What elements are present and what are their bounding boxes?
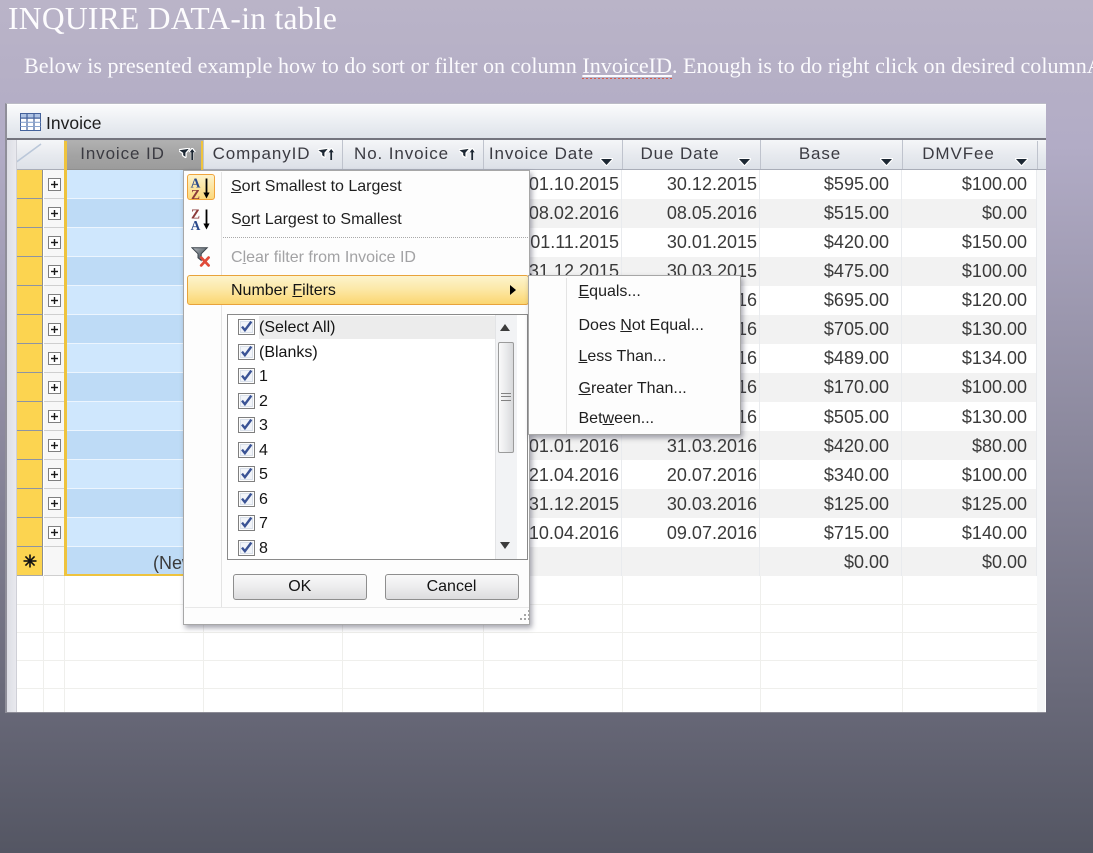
svg-text:A: A: [191, 218, 201, 231]
svg-text:Z: Z: [191, 187, 200, 200]
